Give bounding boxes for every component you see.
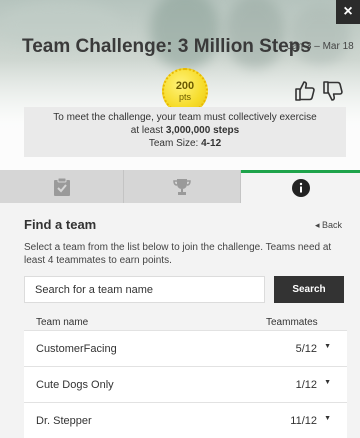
section-title: Find a team xyxy=(24,217,97,232)
column-header-team-name: Team name xyxy=(36,317,89,328)
challenge-tabs xyxy=(0,170,360,203)
team-size-value: 4-12 xyxy=(201,138,222,149)
tab-leaderboard[interactable] xyxy=(124,170,241,203)
challenge-dates: Jan 3 – Mar 18 xyxy=(287,41,354,52)
trophy-icon xyxy=(173,178,191,195)
close-icon: × xyxy=(343,3,353,20)
steps-goal: 3,000,000 steps xyxy=(165,125,240,136)
caret-left-icon: ◂ xyxy=(315,220,320,230)
section-description: Select a team from the list below to joi… xyxy=(24,242,332,266)
team-search-input[interactable] xyxy=(24,276,265,303)
thumbs-up-icon[interactable] xyxy=(293,79,317,103)
caret-down-icon[interactable]: ▼ xyxy=(324,415,331,422)
team-size: Team Size: 4-12 xyxy=(148,138,222,149)
caret-down-icon[interactable]: ▼ xyxy=(324,379,331,386)
column-header-teammates: Teammates xyxy=(266,317,318,328)
tab-info[interactable] xyxy=(241,170,360,203)
search-button[interactable]: Search xyxy=(274,276,344,303)
back-link[interactable]: ◂ Back xyxy=(315,220,342,231)
caret-down-icon[interactable]: ▼ xyxy=(324,343,331,350)
team-name: Cute Dogs Only xyxy=(36,379,114,391)
back-label: Back xyxy=(322,220,343,230)
team-name: CustomerFacing xyxy=(36,343,117,355)
challenge-title: Team Challenge: 3 Million Steps xyxy=(22,36,311,57)
thumbs-down-icon[interactable] xyxy=(321,79,345,103)
challenge-info: To meet the challenge, your team must co… xyxy=(24,107,346,157)
team-count: 1/12 xyxy=(295,379,317,391)
find-team-panel: Find a team ◂ Back Select a team from th… xyxy=(0,203,360,438)
info-icon xyxy=(291,179,310,197)
team-name: Dr. Stepper xyxy=(36,415,92,427)
team-row[interactable]: CustomerFacing 5/12 ▼ xyxy=(24,330,347,366)
info-line-1: To meet the challenge, your team must co… xyxy=(53,112,317,123)
rating-buttons xyxy=(293,79,345,103)
team-list: CustomerFacing 5/12 ▼ Cute Dogs Only 1/1… xyxy=(24,330,347,438)
tab-tasks[interactable] xyxy=(0,170,124,203)
clipboard-check-icon xyxy=(53,177,70,196)
team-count: 5/12 xyxy=(295,343,317,355)
info-line-2: at least 3,000,000 steps xyxy=(130,125,240,136)
team-row[interactable]: Cute Dogs Only 1/12 ▼ xyxy=(24,366,347,402)
close-button[interactable]: × xyxy=(336,0,360,24)
points-label: pts xyxy=(178,91,191,102)
points-value: 200 xyxy=(175,79,195,92)
team-row[interactable]: Dr. Stepper 11/12 ▼ xyxy=(24,402,347,438)
team-count: 11/12 xyxy=(290,415,317,427)
